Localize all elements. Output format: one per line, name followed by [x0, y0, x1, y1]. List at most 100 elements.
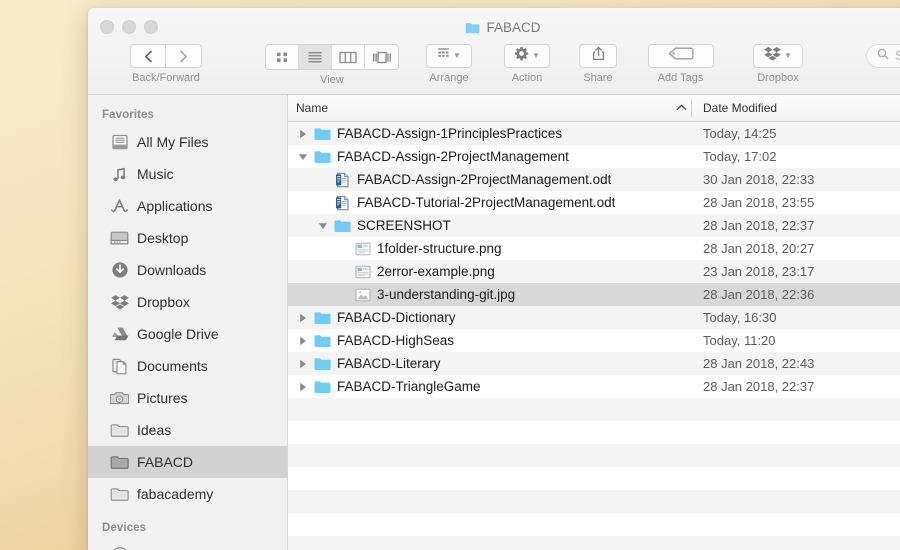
sidebar-item-label: Ideas — [137, 422, 172, 438]
file-date-modified-cell: 23 Jan 2018, 23:17 — [703, 264, 815, 279]
sidebar-item-desktop[interactable]: Desktop — [88, 222, 287, 254]
action-label: Action — [511, 72, 543, 84]
disclosure-triangle-collapsed-icon[interactable] — [296, 359, 310, 369]
table-row[interactable]: FABACD-Assign-1PrinciplesPractices Today,… — [288, 122, 900, 145]
back-button[interactable] — [130, 44, 166, 68]
search-group: Search Search — [728, 44, 900, 84]
table-row[interactable]: FABACD-Assign-2ProjectManagement.odt 30 J… — [288, 168, 900, 191]
sidebar-section-favorites-header: Favorites — [102, 109, 155, 121]
table-row[interactable]: FABACD-Dictionary Today, 16:30 — [288, 306, 900, 329]
search-placeholder: Search — [895, 49, 900, 63]
view-mode-gallery-view[interactable] — [365, 45, 398, 69]
file-name-label: FABACD-Literary — [337, 356, 441, 371]
navigation-group: Back/Forward — [102, 44, 230, 84]
sidebar-item-label: Applications — [137, 198, 213, 214]
table-row[interactable]: 3-understanding-git.jpg 28 Jan 2018, 22:3… — [288, 283, 900, 306]
window-body: Favorites All My Files Music Application… — [88, 95, 900, 550]
disclosure-triangle-expanded-icon[interactable] — [296, 153, 310, 161]
sidebar-item-dropbox[interactable]: Dropbox — [88, 286, 287, 318]
empty-row — [288, 444, 900, 467]
share-group: Share — [565, 44, 631, 84]
window-toolbar: FABACD Back/Forward View ▼ Arrange ▼ Act… — [88, 8, 900, 95]
disclosure-triangle-collapsed-icon[interactable] — [296, 313, 310, 323]
zoom-button[interactable] — [144, 20, 158, 34]
sidebar-item-all-my-files[interactable]: All My Files — [88, 126, 287, 158]
finder-window: FABACD Back/Forward View ▼ Arrange ▼ Act… — [88, 8, 900, 550]
odt-document-icon — [334, 171, 351, 188]
disclosure-triangle-collapsed-icon[interactable] — [296, 129, 310, 139]
table-row[interactable]: FABACD-Tutorial-2ProjectManagement.odt 28… — [288, 191, 900, 214]
sidebar-item-label: All My Files — [137, 134, 209, 150]
minimize-button[interactable] — [122, 20, 136, 34]
file-name-label: FABACD-Tutorial-2ProjectManagement.odt — [357, 195, 616, 210]
file-name-label: FABACD-HighSeas — [337, 333, 455, 348]
tags-group: Add Tags — [634, 44, 727, 84]
file-name-label: 1folder-structure.png — [377, 241, 502, 256]
disclosure-triangle-collapsed-icon[interactable] — [296, 336, 310, 346]
sidebar: Favorites All My Files Music Application… — [88, 95, 288, 550]
sidebar-item-documents[interactable]: Documents — [88, 350, 287, 382]
arrange-label: Arrange — [429, 72, 469, 84]
table-row[interactable]: 1folder-structure.png 28 Jan 2018, 20:27 — [288, 237, 900, 260]
column-divider[interactable] — [691, 99, 692, 117]
action-button[interactable]: ▼ — [504, 44, 550, 68]
png-image-icon — [354, 240, 371, 257]
sidebar-item-ideas[interactable]: Ideas — [88, 414, 287, 446]
add-tags-button[interactable] — [647, 44, 714, 68]
file-list: Name Date Modified FABACD-Assign-1Princi… — [288, 95, 900, 550]
file-date-modified-cell: 28 Jan 2018, 22:36 — [703, 287, 815, 302]
sidebar-item-google-drive[interactable]: Google Drive — [88, 318, 287, 350]
sidebar-item-label: Dropbox — [137, 294, 190, 310]
sidebar-item-fabacademy[interactable]: fabacademy — [88, 478, 287, 510]
file-name-label: FABACD-TriangleGame — [337, 379, 481, 394]
sidebar-item-remote-disc[interactable]: Remote Disc — [88, 539, 287, 550]
empty-row — [288, 490, 900, 513]
downloads-icon — [110, 261, 129, 280]
sidebar-item-label: Music — [137, 166, 174, 182]
traffic-lights — [100, 20, 158, 34]
disclosure-triangle-collapsed-icon[interactable] — [296, 382, 310, 392]
file-date-modified-cell: 28 Jan 2018, 22:37 — [703, 379, 815, 394]
search-field[interactable]: Search — [866, 44, 900, 68]
table-row[interactable]: FABACD-Assign-2ProjectManagement Today, 1… — [288, 145, 900, 168]
table-row[interactable]: 2error-example.png 23 Jan 2018, 23:17 — [288, 260, 900, 283]
table-row[interactable]: FABACD-Literary 28 Jan 2018, 22:43 — [288, 352, 900, 375]
forward-button[interactable] — [166, 44, 202, 68]
share-button[interactable] — [579, 44, 617, 68]
column-header-date-modified[interactable]: Date Modified — [691, 101, 777, 115]
view-label: View — [320, 74, 344, 86]
folder-icon — [314, 125, 331, 142]
folder-icon — [334, 217, 351, 234]
sidebar-item-fabacd[interactable]: FABACD — [88, 446, 287, 478]
window-title-text: FABACD — [486, 20, 541, 35]
file-name-cell: FABACD-HighSeas — [288, 332, 691, 349]
sidebar-item-applications[interactable]: Applications — [88, 190, 287, 222]
table-row[interactable]: FABACD-HighSeas Today, 11:20 — [288, 329, 900, 352]
disclosure-triangle-expanded-icon[interactable] — [316, 222, 330, 230]
table-row[interactable]: SCREENSHOT 28 Jan 2018, 22:37 — [288, 214, 900, 237]
sidebar-item-downloads[interactable]: Downloads — [88, 254, 287, 286]
view-mode-list-view[interactable] — [299, 45, 332, 69]
chevron-down-icon: ▼ — [532, 51, 540, 60]
empty-row — [288, 398, 900, 421]
file-name-cell: SCREENSHOT — [288, 217, 691, 234]
view-mode-column-view[interactable] — [332, 45, 365, 69]
file-name-cell: 2error-example.png — [288, 263, 691, 280]
sidebar-item-pictures[interactable]: Pictures — [88, 382, 287, 414]
sidebar-item-music[interactable]: Music — [88, 158, 287, 190]
share-label: Share — [583, 72, 613, 84]
column-header-name[interactable]: Name — [288, 101, 691, 115]
title-folder-icon — [465, 22, 480, 34]
file-name-label: FABACD-Dictionary — [337, 310, 456, 325]
table-row[interactable]: FABACD-TriangleGame 28 Jan 2018, 22:37 — [288, 375, 900, 398]
file-date-modified-cell: 28 Jan 2018, 20:27 — [703, 241, 815, 256]
view-mode-icon-view[interactable] — [266, 45, 299, 69]
file-name-label: 2error-example.png — [377, 264, 495, 279]
file-name-cell: 3-understanding-git.jpg — [288, 286, 691, 303]
dropbox-icon — [110, 293, 129, 312]
add-tags-label: Add Tags — [657, 72, 704, 84]
file-name-cell: FABACD-TriangleGame — [288, 378, 691, 395]
arrange-button[interactable]: ▼ — [426, 44, 472, 68]
empty-row — [288, 536, 900, 550]
close-button[interactable] — [100, 20, 114, 34]
